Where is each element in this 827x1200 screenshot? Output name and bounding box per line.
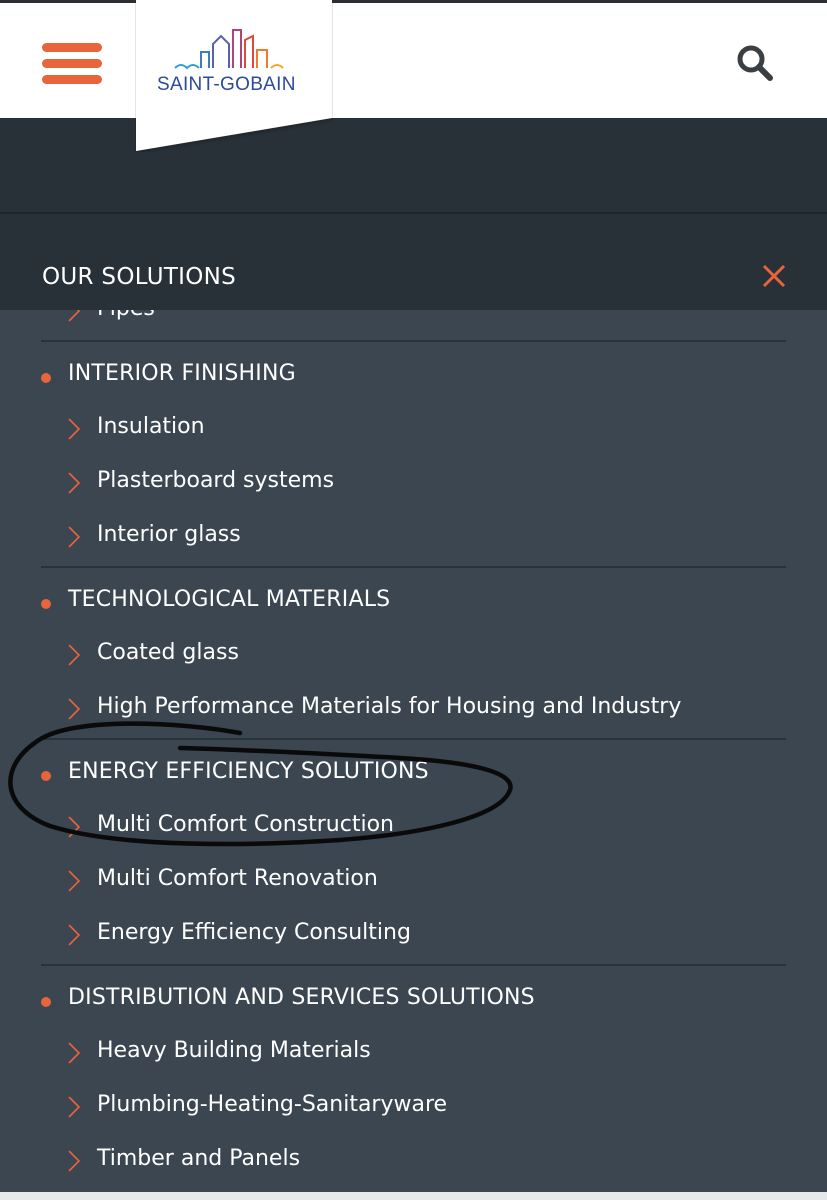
chevron-right-icon xyxy=(68,1150,81,1172)
close-icon[interactable] xyxy=(760,262,788,290)
chevron-right-icon xyxy=(68,1096,81,1118)
logo-text: SAINT-GOBAIN xyxy=(157,74,296,95)
chevron-right-icon xyxy=(68,816,81,838)
solutions-menu: Pipes INTERIOR FINISHING Insulation Plas… xyxy=(0,310,827,1200)
search-icon[interactable] xyxy=(733,41,777,85)
bullet-icon xyxy=(41,373,51,383)
submenu-item-label: Interior glass xyxy=(97,522,241,547)
bullet-icon xyxy=(41,599,51,609)
category-distribution-and-services-solutions[interactable]: DISTRIBUTION AND SERVICES SOLUTIONS xyxy=(0,985,827,1025)
submenu-item-label: Multi Comfort Renovation xyxy=(97,866,378,891)
submenu-item-interior-glass[interactable]: Interior glass xyxy=(0,522,827,558)
submenu-item-pipes[interactable]: Pipes xyxy=(0,310,827,332)
submenu-item-insulation[interactable]: Insulation xyxy=(0,414,827,450)
bullet-icon xyxy=(41,997,51,1007)
chevron-right-icon xyxy=(68,472,81,494)
submenu-item-heavy-building-materials[interactable]: Heavy Building Materials xyxy=(0,1038,827,1074)
category-label: DISTRIBUTION AND SERVICES SOLUTIONS xyxy=(68,985,535,1010)
panel-title: OUR SOLUTIONS xyxy=(42,264,237,290)
chevron-right-icon xyxy=(68,698,81,720)
submenu-item-energy-efficiency-consulting[interactable]: Energy Efficiency Consulting xyxy=(0,920,827,956)
chevron-right-icon xyxy=(68,870,81,892)
category-technological-materials[interactable]: TECHNOLOGICAL MATERIALS xyxy=(0,587,827,627)
submenu-item-plumbing-heating-sanitaryware[interactable]: Plumbing-Heating-Sanitaryware xyxy=(0,1092,827,1128)
logo[interactable]: SAINT-GOBAIN xyxy=(135,0,333,152)
category-label: ENERGY EFFICIENCY SOLUTIONS xyxy=(68,759,429,784)
bottom-strip xyxy=(0,1192,827,1200)
divider xyxy=(41,340,786,342)
top-header xyxy=(0,0,827,118)
submenu-item-label: Pipes xyxy=(97,310,155,321)
divider xyxy=(41,566,786,568)
page: SAINT-GOBAIN OUR SOLUTIONS Pipes INTERIO… xyxy=(0,0,827,1200)
submenu-item-label: Heavy Building Materials xyxy=(97,1038,371,1063)
submenu-item-label: Plasterboard systems xyxy=(97,468,335,493)
submenu-item-timber-and-panels[interactable]: Timber and Panels xyxy=(0,1146,827,1182)
submenu-item-label: Insulation xyxy=(97,414,205,439)
submenu-item-multi-comfort-construction[interactable]: Multi Comfort Construction xyxy=(0,812,827,848)
submenu-item-label: Coated glass xyxy=(97,640,239,665)
category-label: INTERIOR FINISHING xyxy=(68,361,296,386)
divider xyxy=(41,964,786,966)
category-label: TECHNOLOGICAL MATERIALS xyxy=(68,587,391,612)
submenu-item-label: Energy Efficiency Consulting xyxy=(97,920,411,945)
submenu-item-coated-glass[interactable]: Coated glass xyxy=(0,640,827,676)
hamburger-menu-icon[interactable] xyxy=(42,41,104,85)
chevron-right-icon xyxy=(68,1042,81,1064)
category-energy-efficiency-solutions[interactable]: ENERGY EFFICIENCY SOLUTIONS xyxy=(0,759,827,799)
submenu-item-multi-comfort-renovation[interactable]: Multi Comfort Renovation xyxy=(0,866,827,902)
category-interior-finishing[interactable]: INTERIOR FINISHING xyxy=(0,361,827,401)
submenu-item-high-performance-materials[interactable]: High Performance Materials for Housing a… xyxy=(0,694,827,730)
chevron-right-icon xyxy=(68,644,81,666)
submenu-item-plasterboard-systems[interactable]: Plasterboard systems xyxy=(0,468,827,504)
chevron-right-icon xyxy=(68,924,81,946)
submenu-item-label: Timber and Panels xyxy=(97,1146,301,1171)
divider xyxy=(0,212,827,214)
submenu-item-label: Plumbing-Heating-Sanitaryware xyxy=(97,1092,448,1117)
chevron-right-icon xyxy=(68,526,81,548)
divider xyxy=(41,738,786,740)
chevron-right-icon xyxy=(68,310,81,322)
bullet-icon xyxy=(41,771,51,781)
chevron-right-icon xyxy=(68,418,81,440)
submenu-item-label: Multi Comfort Construction xyxy=(97,812,394,837)
submenu-item-label: High Performance Materials for Housing a… xyxy=(97,694,682,719)
